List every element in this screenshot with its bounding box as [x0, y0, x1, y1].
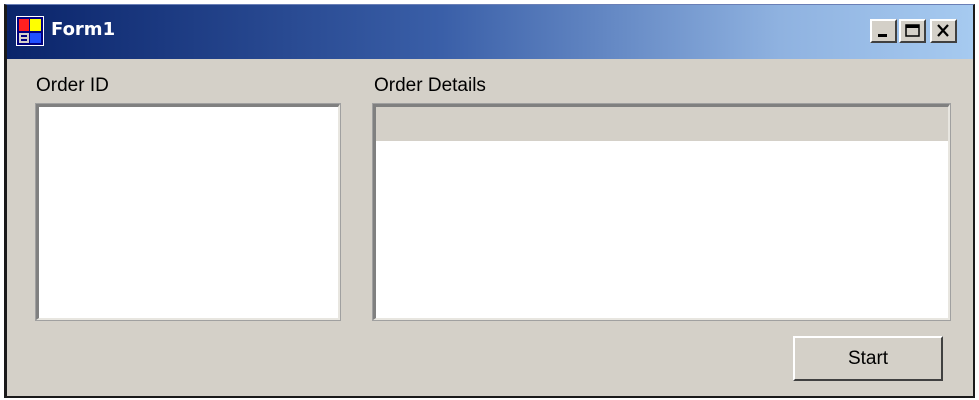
order-details-label: Order Details: [374, 75, 486, 96]
order-id-listbox[interactable]: [35, 103, 341, 321]
form-app-icon[interactable]: [16, 16, 44, 46]
window-title: Form1: [51, 19, 116, 40]
close-button[interactable]: [930, 19, 957, 43]
order-id-label: Order ID: [36, 75, 109, 96]
title-bar[interactable]: Form1: [7, 5, 973, 59]
minimize-button[interactable]: [870, 19, 897, 43]
start-button[interactable]: Start: [793, 336, 943, 381]
minimize-icon: [878, 34, 887, 37]
form1-window: Form1 Order ID Order Details Start: [4, 4, 975, 398]
maximize-button[interactable]: [899, 19, 926, 43]
grid-header: [376, 107, 948, 141]
close-icon: [937, 24, 949, 37]
maximize-icon: [905, 24, 920, 37]
order-details-grid[interactable]: [372, 103, 951, 321]
